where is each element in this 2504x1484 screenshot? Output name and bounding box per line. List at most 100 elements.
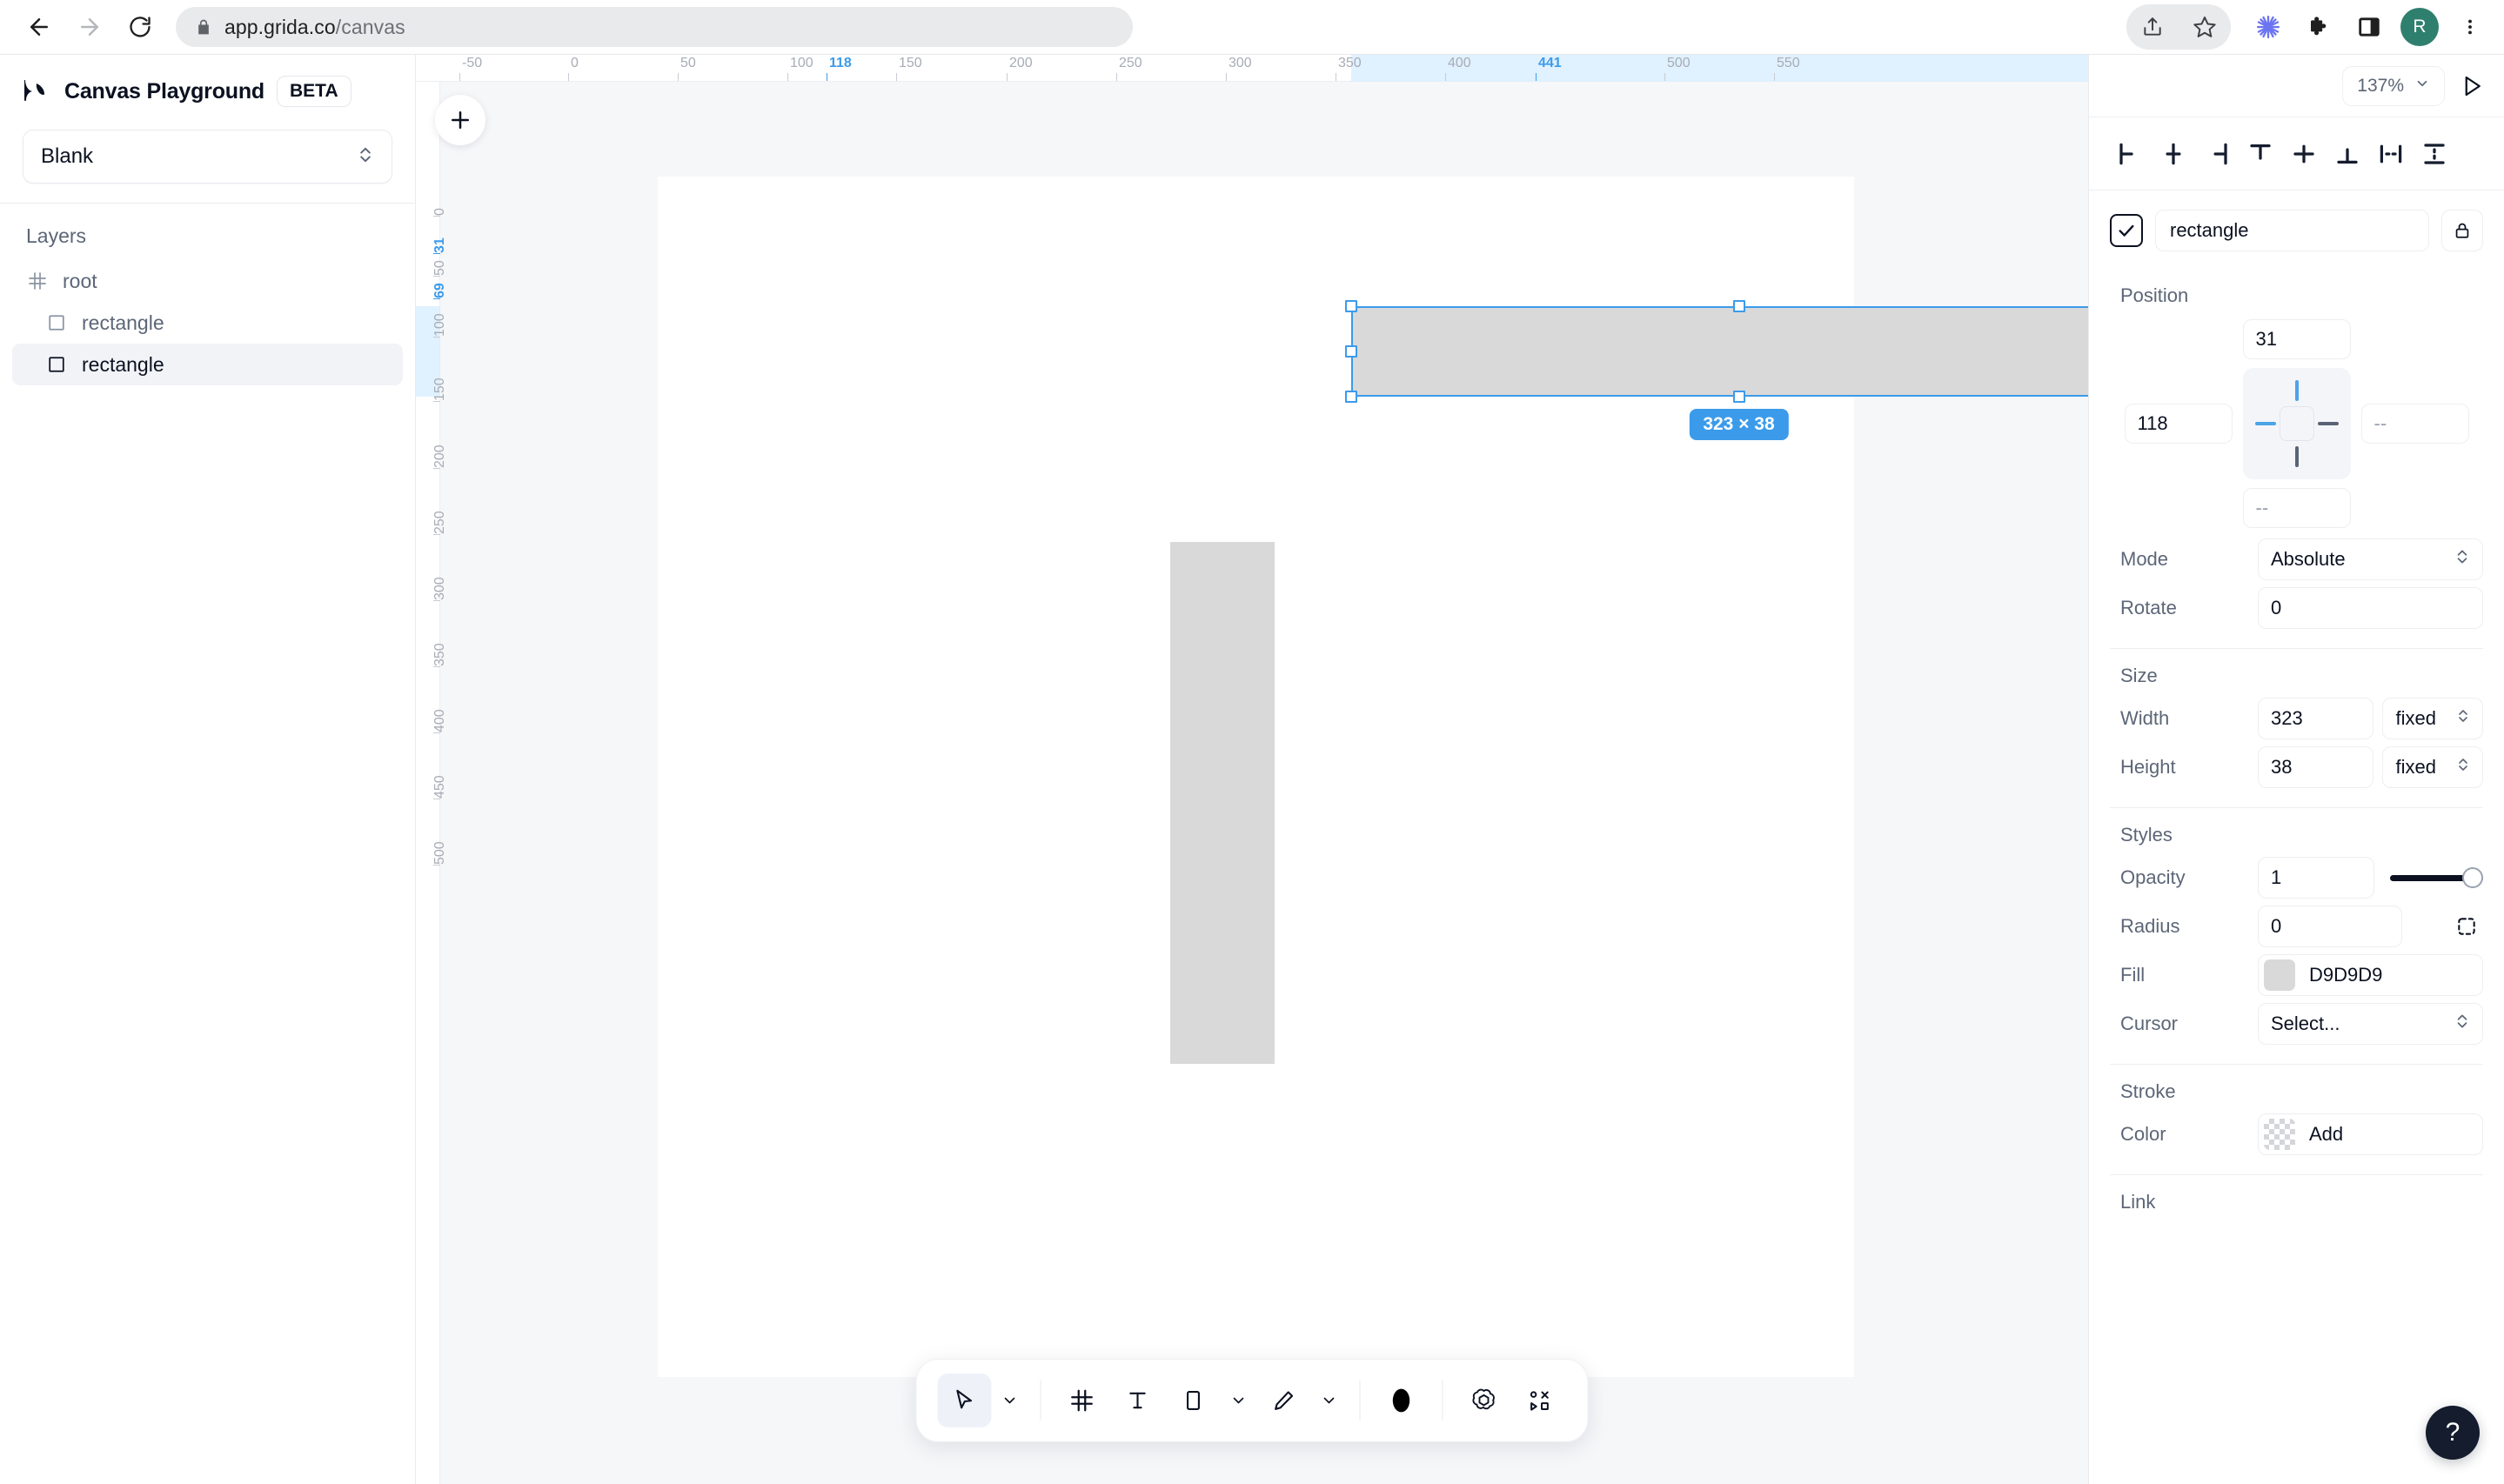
layer-item-root-0[interactable]: root xyxy=(12,260,403,302)
rectangle-tool[interactable] xyxy=(1167,1374,1221,1427)
ruler-tick-h-350: 350 xyxy=(1336,55,1362,82)
height-input[interactable]: 38 xyxy=(2258,746,2374,788)
constraint-left-bar[interactable] xyxy=(2254,422,2276,425)
position-bottom-input[interactable]: -- xyxy=(2242,488,2351,528)
layer-item-label: rectangle xyxy=(82,311,164,334)
align-left-button[interactable] xyxy=(2110,134,2150,174)
extensions-button[interactable] xyxy=(2293,2,2344,52)
extension-asterisk-button[interactable] xyxy=(2243,2,2293,52)
back-button[interactable] xyxy=(14,2,64,52)
help-button[interactable]: ? xyxy=(2426,1406,2480,1460)
ruler-tick-h-150: 150 xyxy=(896,55,922,82)
text-tool[interactable] xyxy=(1111,1374,1165,1427)
qr-tool[interactable] xyxy=(1513,1374,1567,1427)
brush-color-tool[interactable] xyxy=(1375,1374,1429,1427)
openai-tool[interactable] xyxy=(1457,1374,1511,1427)
align-top-button[interactable] xyxy=(2240,134,2280,174)
zoom-control[interactable]: 137% xyxy=(2342,65,2445,106)
share-button[interactable] xyxy=(2126,4,2179,50)
add-scene-button[interactable] xyxy=(435,95,485,145)
align-bottom-button[interactable] xyxy=(2327,134,2367,174)
stroke-color-row: Color Add xyxy=(2110,1110,2483,1159)
layer-item-rectangle-1[interactable]: rectangle xyxy=(12,302,403,344)
resize-handle-bottom-left[interactable] xyxy=(1345,391,1357,403)
position-top-input[interactable]: 31 xyxy=(2242,319,2351,359)
ruler-tick-label: 300 xyxy=(1229,56,1252,70)
radius-per-corner-button[interactable] xyxy=(2455,915,2478,938)
stroke-color-label: Color xyxy=(2120,1123,2166,1145)
star-icon xyxy=(2193,17,2216,37)
ruler-tick-label: 250 xyxy=(432,511,447,534)
shape-tool-dropdown[interactable] xyxy=(1222,1374,1255,1427)
cursor-tool-dropdown[interactable] xyxy=(994,1374,1027,1427)
chevron-down-icon xyxy=(1233,1397,1244,1404)
app-root: Canvas Playground BETA Blank Layers root… xyxy=(0,55,2504,1484)
cursor-select[interactable]: Select... xyxy=(2258,1003,2483,1045)
constraint-right-bar[interactable] xyxy=(2317,422,2339,425)
stroke-color-swatch[interactable] xyxy=(2264,1119,2295,1150)
plus-icon xyxy=(452,111,469,129)
layers-title: Layers xyxy=(26,224,87,247)
align-center-vertical-button[interactable] xyxy=(2284,134,2324,174)
resize-handle-bottom-center[interactable] xyxy=(1732,391,1745,403)
rotate-input[interactable]: 0 xyxy=(2258,587,2483,629)
reload-button[interactable] xyxy=(115,2,165,52)
opacity-knob[interactable] xyxy=(2462,867,2483,888)
resize-handle-middle-left[interactable] xyxy=(1345,345,1357,358)
align-right-button[interactable] xyxy=(2197,134,2237,174)
ruler-tick-label: 300 xyxy=(432,577,447,600)
constraint-top-bar[interactable] xyxy=(2294,380,2299,401)
align-right-icon xyxy=(2213,143,2227,164)
lock-toggle-button[interactable] xyxy=(2441,210,2483,251)
pen-tool[interactable] xyxy=(1257,1374,1311,1427)
layer-item-rectangle-2[interactable]: rectangle xyxy=(12,344,403,385)
forward-arrow-icon xyxy=(81,18,98,36)
side-panel-button[interactable] xyxy=(2344,2,2394,52)
radius-input[interactable]: 0 xyxy=(2258,906,2402,947)
cursor-tool[interactable] xyxy=(937,1374,992,1427)
bookmark-button[interactable] xyxy=(2179,4,2231,50)
node-name-input[interactable]: rectangle xyxy=(2155,210,2429,251)
constraint-center[interactable] xyxy=(2279,406,2314,441)
url-domain: app.grida.co xyxy=(224,15,336,38)
rotate-value: 0 xyxy=(2271,597,2282,618)
forward-button[interactable] xyxy=(64,2,115,52)
height-mode-select[interactable]: fixed xyxy=(2382,746,2483,788)
avatar-initial: R xyxy=(2413,17,2427,37)
fill-color-swatch[interactable] xyxy=(2264,959,2295,991)
opacity-input[interactable]: 1 xyxy=(2258,857,2374,899)
pen-tool-dropdown[interactable] xyxy=(1313,1374,1346,1427)
layer-item-label: rectangle xyxy=(82,352,164,376)
position-constraint-pad[interactable] xyxy=(2242,368,2351,479)
distribute-horizontal-button[interactable] xyxy=(2371,134,2411,174)
stroke-color-control[interactable]: Add xyxy=(2258,1113,2483,1155)
resize-handle-top-center[interactable] xyxy=(1732,300,1745,312)
scene-select[interactable]: Blank xyxy=(23,130,392,184)
rectangle-unselected[interactable] xyxy=(1170,542,1275,1064)
ruler-horizontal: -50 0 50 100 118 150 200 250 300 350 400 441 500 550 xyxy=(416,55,2088,82)
ruler-tick-label: 150 xyxy=(432,378,447,401)
openai-icon xyxy=(1472,1388,1495,1410)
width-input[interactable]: 323 xyxy=(2258,698,2374,739)
align-center-horizontal-button[interactable] xyxy=(2153,134,2193,174)
ruler-tick-h-50: 50 xyxy=(678,55,696,82)
resize-handle-top-left[interactable] xyxy=(1345,300,1357,312)
profile-button[interactable]: R xyxy=(2394,2,2445,52)
ruler-tick-label: 0 xyxy=(432,208,447,216)
position-right-input[interactable]: -- xyxy=(2360,404,2469,444)
preview-play-button[interactable] xyxy=(2459,73,2485,99)
opacity-slider[interactable] xyxy=(2390,857,2483,899)
constraint-bottom-bar[interactable] xyxy=(2294,446,2299,467)
position-left-input[interactable]: 118 xyxy=(2124,404,2233,444)
distribute-vertical-button[interactable] xyxy=(2414,134,2454,174)
ruler-tick-label: 400 xyxy=(1448,56,1471,70)
fill-control[interactable]: D9D9D9 xyxy=(2258,954,2483,996)
canvas-area[interactable]: 323 × 38 -50 0 50 100 118 150 200 250 300 350 400 4… xyxy=(416,55,2088,1484)
visibility-checkbox[interactable] xyxy=(2110,214,2143,247)
fill-hex-value: D9D9D9 xyxy=(2309,964,2383,986)
address-bar[interactable]: app.grida.co/canvas xyxy=(176,7,1133,47)
chrome-menu-button[interactable] xyxy=(2445,2,2495,52)
frame-tool[interactable] xyxy=(1055,1374,1109,1427)
mode-select[interactable]: Absolute xyxy=(2258,538,2483,580)
width-mode-select[interactable]: fixed xyxy=(2382,698,2483,739)
